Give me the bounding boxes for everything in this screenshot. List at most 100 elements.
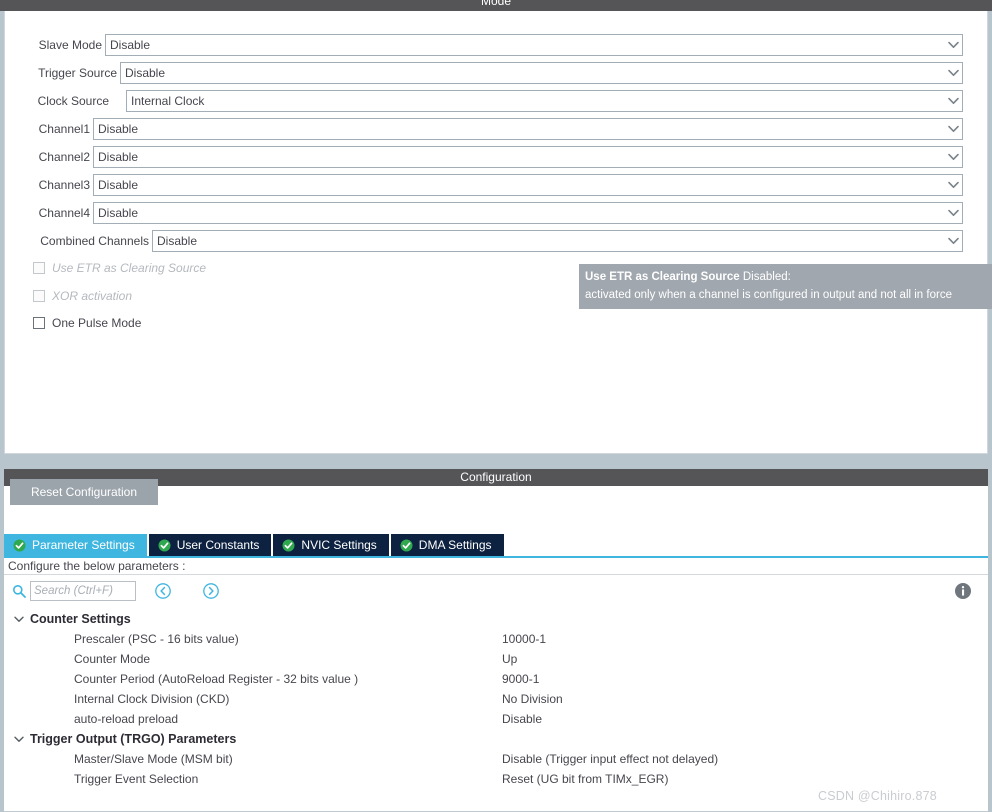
param-name: Counter Period (AutoReload Register - 32… <box>74 672 359 686</box>
param-group-counter-settings[interactable]: Counter Settings <box>4 609 988 629</box>
mode-panel-body: Slave Mode Disable Trigger Source Disable Cl… <box>4 11 988 454</box>
chevron-down-icon[interactable] <box>944 181 962 189</box>
combobox-value: Disable <box>157 234 198 248</box>
param-row[interactable]: Master/Slave Mode (MSM bit) Disable (Trig… <box>4 749 988 769</box>
param-value: Reset (UG bit from TIMx_EGR) <box>502 772 669 786</box>
checkbox-label: One Pulse Mode <box>52 316 142 330</box>
tab-nvic-settings[interactable]: NVIC Settings <box>273 534 389 556</box>
mode-row-combined-channels: Combined Channels Disable <box>5 230 987 252</box>
bottom-strip <box>4 804 988 812</box>
field-label: Trigger Source <box>38 66 117 80</box>
combobox-value: Disable <box>98 150 139 164</box>
field-label-wrap: Channel1 <box>5 118 90 140</box>
combobox-channel4[interactable]: Disable <box>93 202 963 224</box>
search-icon <box>12 584 26 598</box>
combobox-combined-channels[interactable]: Disable <box>152 230 963 252</box>
param-name: auto-reload preload <box>74 712 179 726</box>
chevron-down-icon[interactable] <box>12 612 26 626</box>
combobox-value: Disable <box>125 66 166 80</box>
checkbox-box-icon <box>33 262 45 274</box>
field-label: Channel1 <box>38 122 90 136</box>
field-label-wrap: Slave Mode <box>5 34 102 56</box>
param-value: 10000-1 <box>502 632 547 646</box>
combobox-value: Disable <box>98 206 139 220</box>
chevron-down-icon[interactable] <box>944 69 962 77</box>
combobox-channel1[interactable]: Disable <box>93 118 963 140</box>
tab-check-icon <box>158 539 171 552</box>
param-name: Trigger Event Selection <box>74 772 199 786</box>
mode-row-trigger-source: Trigger Source Disable <box>5 62 987 84</box>
chevron-down-icon[interactable] <box>944 125 962 133</box>
field-label-wrap: Clock Source <box>5 90 109 112</box>
combobox-value: Disable <box>98 122 139 136</box>
chevron-down-icon[interactable] <box>944 41 962 49</box>
search-previous-icon[interactable] <box>154 582 172 600</box>
param-group-trigger-output-trgo-parameters[interactable]: Trigger Output (TRGO) Parameters <box>4 729 988 749</box>
combobox-value: Disable <box>110 38 151 52</box>
mode-panel: Mode Slave Mode Disable Trigger Source Disa… <box>0 0 992 462</box>
param-value: No Division <box>502 692 563 706</box>
chevron-down-icon[interactable] <box>944 97 962 105</box>
combobox-value: Disable <box>98 178 139 192</box>
checkbox-one-pulse-mode[interactable]: One Pulse Mode <box>33 314 141 332</box>
search-input[interactable] <box>30 581 136 601</box>
watermark: CSDN @Chihiro.878 <box>818 789 937 803</box>
combobox-slave-mode[interactable]: Disable <box>105 34 963 56</box>
checkbox-box-icon <box>33 290 45 302</box>
param-group-label: Trigger Output (TRGO) Parameters <box>30 732 237 746</box>
field-label: Channel4 <box>38 206 90 220</box>
param-row[interactable]: Internal Clock Division (CKD) No Division <box>4 689 988 709</box>
tab-check-icon <box>13 539 26 552</box>
info-icon[interactable] <box>954 582 972 600</box>
field-label-wrap: Channel3 <box>5 174 90 196</box>
tab-parameter-settings[interactable]: Parameter Settings <box>4 534 147 556</box>
tab-label: DMA Settings <box>418 538 492 552</box>
etr-clearing-source-tooltip: Use ETR as Clearing Source Disabled: act… <box>579 264 992 309</box>
field-label-wrap: Combined Channels <box>5 230 149 252</box>
combobox-trigger-source[interactable]: Disable <box>120 62 963 84</box>
reset-configuration-button[interactable]: Reset Configuration <box>10 479 158 505</box>
field-label: Channel2 <box>38 150 90 164</box>
field-label: Slave Mode <box>38 38 102 52</box>
tab-label: Parameter Settings <box>32 538 135 552</box>
tab-check-icon <box>282 539 295 552</box>
tooltip-title: Use ETR as Clearing Source <box>585 271 740 283</box>
tab-check-icon <box>400 539 413 552</box>
checkbox-xor-activation: XOR activation <box>33 287 132 305</box>
parameter-tree: Counter Settings Prescaler (PSC - 16 bits… <box>4 609 988 789</box>
chevron-down-icon[interactable] <box>12 732 26 746</box>
configuration-panel: Configuration Reset Configuration Parame… <box>0 469 992 812</box>
parameter-search-row <box>4 579 988 607</box>
param-name: Internal Clock Division (CKD) <box>74 692 230 706</box>
param-row[interactable]: Counter Period (AutoReload Register - 32… <box>4 669 988 689</box>
param-value: Disable (Trigger input effect not delaye… <box>502 752 719 766</box>
combobox-value: Internal Clock <box>131 94 205 108</box>
configure-parameters-label: Configure the below parameters : <box>4 558 988 575</box>
tab-dma-settings[interactable]: DMA Settings <box>390 534 504 556</box>
checkbox-label: XOR activation <box>52 289 133 303</box>
tab-label: NVIC Settings <box>301 538 377 552</box>
combobox-channel3[interactable]: Disable <box>93 174 963 196</box>
field-label-wrap: Channel4 <box>5 202 90 224</box>
chevron-down-icon[interactable] <box>944 237 962 245</box>
tab-user-constants[interactable]: User Constants <box>148 534 272 556</box>
chevron-down-icon[interactable] <box>944 209 962 217</box>
search-next-icon[interactable] <box>202 582 220 600</box>
tooltip-state: Disabled: <box>739 271 791 283</box>
field-label-wrap: Trigger Source <box>5 62 117 84</box>
param-row[interactable]: Prescaler (PSC - 16 bits value) 10000-1 <box>4 629 988 649</box>
tooltip-line-2: activated only when a channel is configu… <box>585 289 952 301</box>
combobox-clock-source[interactable]: Internal Clock <box>126 90 963 112</box>
tab-label: User Constants <box>176 538 260 552</box>
combobox-channel2[interactable]: Disable <box>93 146 963 168</box>
mode-row-slave-mode: Slave Mode Disable <box>5 34 987 56</box>
mode-row-channel4: Channel4 Disable <box>5 202 987 224</box>
param-row[interactable]: Trigger Event Selection Reset (UG bit fro… <box>4 769 988 789</box>
param-row[interactable]: auto-reload preload Disable <box>4 709 988 729</box>
checkbox-box-icon[interactable] <box>33 317 45 329</box>
param-name: Prescaler (PSC - 16 bits value) <box>74 632 239 646</box>
chevron-down-icon[interactable] <box>944 153 962 161</box>
settings-tab-bar: Parameter Settings User Constants NVIC Set… <box>4 534 988 556</box>
param-row[interactable]: Counter Mode Up <box>4 649 988 669</box>
checkbox-label: Use ETR as Clearing Source <box>52 261 207 275</box>
